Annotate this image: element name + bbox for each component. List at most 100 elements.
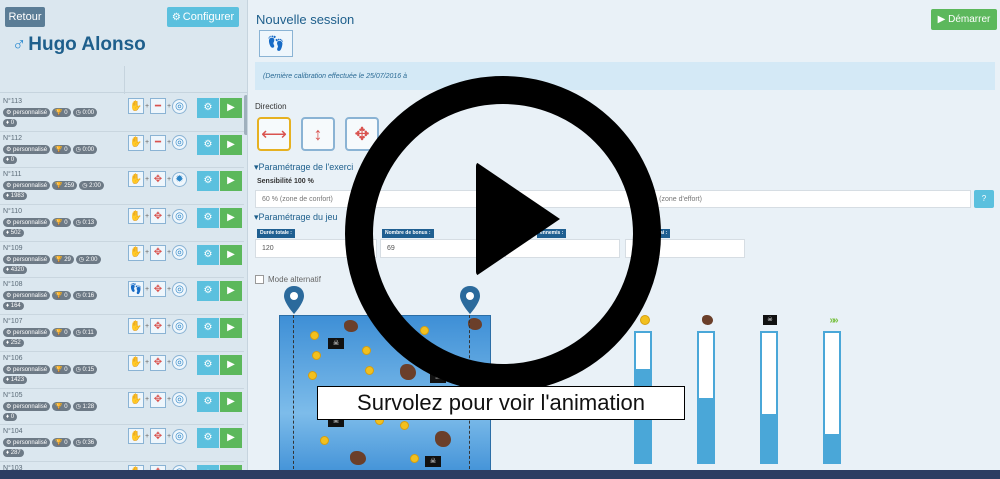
- game-settings-heading[interactable]: ▾Paramétrage du jeu: [254, 212, 338, 223]
- alternate-mode-label: Mode alternatif: [268, 275, 321, 284]
- rock-icon: [435, 431, 451, 447]
- direction-icon: ✥: [150, 208, 166, 225]
- direction-horizontal-button[interactable]: ⟷: [257, 117, 291, 151]
- direction-icon: ✥: [150, 318, 166, 335]
- session-config-button[interactable]: ⚙: [197, 208, 219, 229]
- body-part-icon: 👣: [128, 281, 144, 298]
- game-icon: ◎: [172, 355, 187, 371]
- session-config-button[interactable]: ⚙: [197, 281, 219, 302]
- left-boundary-line: [293, 315, 294, 479]
- sidebar-scrollbar[interactable]: [244, 95, 247, 135]
- back-button[interactable]: Retour: [5, 7, 45, 27]
- male-icon: ♂: [12, 34, 27, 55]
- session-config-button[interactable]: ⚙: [197, 98, 219, 118]
- session-list-item[interactable]: N°110 ⚙ personnalisé 🏆 0 ◷ 0:13 ♦ 502 ✋ + ✥ + ◎ ⚙ ▶: [0, 205, 244, 242]
- game-icon: ◎: [172, 428, 187, 444]
- play-icon[interactable]: [476, 162, 560, 276]
- session-play-button[interactable]: ▶: [220, 281, 242, 302]
- trophy-badge: 🏆 0: [52, 108, 71, 117]
- session-config-button[interactable]: ⚙: [197, 354, 219, 375]
- session-play-button[interactable]: ▶: [220, 171, 242, 192]
- sensitivity-right-text: % (zone d'effort): [651, 196, 703, 203]
- progress-gauge: [760, 331, 778, 464]
- score-badge: ♦ 164: [3, 302, 24, 311]
- time-badge: ◷ 2:00: [79, 181, 104, 191]
- session-play-button[interactable]: ▶: [220, 134, 242, 155]
- rock-icon: [344, 320, 358, 332]
- session-play-button[interactable]: ▶: [220, 391, 242, 412]
- user-name: ♂ Hugo Alonso: [12, 34, 146, 56]
- game-icon: ◎: [172, 135, 187, 151]
- score-badge: ♦ 252: [3, 339, 24, 348]
- start-button[interactable]: ▶ Démarrer: [931, 9, 997, 30]
- help-button[interactable]: ?: [974, 190, 994, 208]
- body-part-icon: ✋: [128, 208, 144, 225]
- footer-bar: [0, 470, 1000, 479]
- session-play-button[interactable]: ▶: [220, 244, 242, 265]
- mode-badge: ⚙ personnalisé: [3, 181, 51, 191]
- game-icon: ◎: [172, 318, 187, 334]
- mode-badge: ⚙ personnalisé: [3, 401, 51, 411]
- session-config-button[interactable]: ⚙: [197, 428, 219, 449]
- direction-icon: ━: [150, 134, 166, 151]
- session-list-item[interactable]: N°104 ⚙ personnalisé 🏆 0 ◷ 0:36 ♦ 287 ✋ + ✥ + ◎ ⚙ ▶: [0, 425, 244, 462]
- session-list-item[interactable]: N°106 ⚙ personnalisé 🏆 0 ◷ 0:15 ♦ 1423 ✋ + ✥ + ◎ ⚙…: [0, 352, 244, 389]
- hover-hint: Survolez pour voir l'animation: [317, 386, 685, 420]
- direction-vertical-button[interactable]: ↕: [301, 117, 335, 151]
- divider: [124, 66, 125, 94]
- session-number: N°107: [3, 318, 23, 326]
- divider: [0, 92, 247, 93]
- session-config-button[interactable]: ⚙: [197, 171, 219, 192]
- session-play-button[interactable]: ▶: [220, 98, 242, 118]
- configure-button[interactable]: ⚙ Configurer: [167, 7, 239, 27]
- score-badge: ♦ 4320: [3, 265, 28, 274]
- body-part-icon: ✋: [128, 428, 144, 445]
- time-badge: ◷ 0:11: [72, 328, 97, 338]
- session-number: N°113: [3, 98, 23, 105]
- session-config-button[interactable]: ⚙: [197, 244, 219, 265]
- exercise-settings-heading[interactable]: ▾Paramétrage de l'exerci: [254, 162, 353, 173]
- coin-icon: [310, 331, 319, 340]
- session-list-item[interactable]: N°105 ⚙ personnalisé 🏆 0 ◷ 1:28 ♦ 0 ✋ + ✥ + ◎ ⚙ ▶: [0, 389, 244, 426]
- direction-icon: ✥: [150, 391, 166, 408]
- session-play-button[interactable]: ▶: [220, 354, 242, 375]
- session-list: N°113 ⚙ personnalisé 🏆 0 ◷ 0:00 ♦ 0 ✋ + ━ + ◎ ⚙ ▶ N°…: [0, 95, 244, 479]
- alternate-mode-checkbox[interactable]: Mode alternatif: [255, 275, 321, 284]
- game-icon: ◎: [172, 392, 187, 407]
- calibration-notice: (Dernière calibration effectuée le 25/07…: [255, 62, 995, 90]
- session-number: N°105: [3, 391, 23, 399]
- mode-badge: ⚙ personnalisé: [3, 218, 51, 228]
- body-part-icon: ✋: [128, 134, 144, 151]
- checkbox-box[interactable]: [255, 275, 264, 284]
- time-badge: ◷ 1:28: [72, 401, 98, 411]
- gauge-fill: [699, 397, 713, 462]
- direction-icon: ━: [150, 98, 166, 114]
- session-list-item[interactable]: N°112 ⚙ personnalisé 🏆 0 ◷ 0:00 ♦ 0 ✋ + ━ + ◎ ⚙ ▶: [0, 132, 244, 169]
- footprints-icon: 👣: [259, 30, 293, 57]
- session-list-item[interactable]: N°108 ⚙ personnalisé 🏆 0 ◷ 0:16 ♦ 164 👣 + ✥ + ◎ ⚙ ▶: [0, 278, 244, 316]
- session-config-button[interactable]: ⚙: [197, 391, 219, 412]
- session-config-button[interactable]: ⚙: [197, 318, 219, 339]
- mode-badge: ⚙ personnalisé: [3, 438, 51, 448]
- session-play-button[interactable]: ▶: [220, 208, 242, 229]
- session-list-item[interactable]: N°113 ⚙ personnalisé 🏆 0 ◷ 0:00 ♦ 0 ✋ + ━ + ◎ ⚙ ▶: [0, 95, 244, 132]
- score-badge: ♦ 1983: [3, 192, 28, 201]
- user-name-text: Hugo Alonso: [28, 34, 146, 55]
- body-part-icon: ✋: [128, 318, 144, 335]
- session-play-button[interactable]: ▶: [220, 318, 242, 339]
- progress-gauge: [697, 331, 715, 464]
- rock-icon: [700, 314, 714, 326]
- score-badge: ♦ 287: [3, 449, 24, 458]
- session-list-item[interactable]: N°111 ⚙ personnalisé 🏆 259 ◷ 2:00 ♦ 1983 ✋ + ✥ +…: [0, 168, 244, 206]
- session-config-button[interactable]: ⚙: [197, 134, 219, 155]
- game-icon: ✹: [172, 171, 187, 187]
- session-number: N°108: [3, 281, 23, 289]
- trophy-badge: 🏆 29: [52, 254, 74, 264]
- session-play-button[interactable]: ▶: [220, 428, 242, 449]
- sidebar: Retour ⚙ Configurer ♂ Hugo Alonso N°113 ⚙ p…: [0, 0, 248, 479]
- time-badge: ◷ 0:15: [72, 364, 98, 374]
- session-list-item[interactable]: N°107 ⚙ personnalisé 🏆 0 ◷ 0:11 ♦ 252 ✋ + ✥ + ◎ ⚙ ▶: [0, 315, 244, 352]
- coin-icon: [365, 366, 374, 375]
- left-marker-pin-icon: [284, 286, 304, 314]
- session-list-item[interactable]: N°109 ⚙ personnalisé 🏆 29 ◷ 2:00 ♦ 4320 ✋ + ✥ + ◎…: [0, 242, 244, 279]
